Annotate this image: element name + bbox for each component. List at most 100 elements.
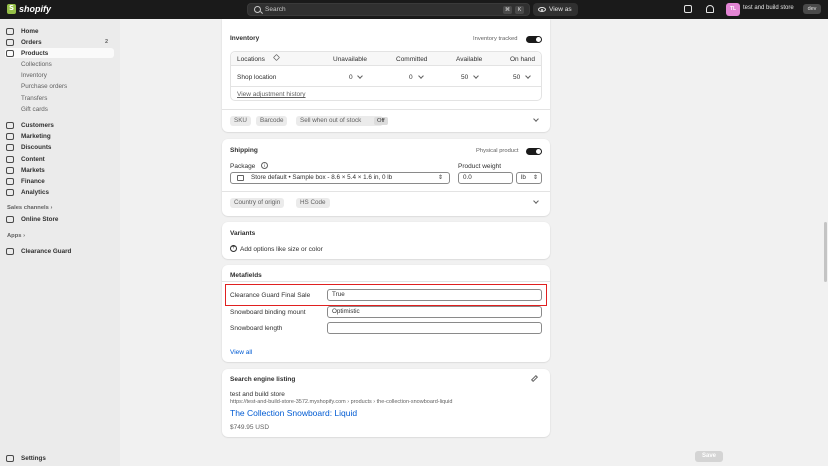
view-adjustment-history-link[interactable]: View adjustment history — [237, 91, 306, 98]
view-as-button[interactable]: View as — [533, 3, 578, 16]
sidebar-sub-gift-cards[interactable]: Gift cards — [21, 106, 48, 113]
physical-product-toggle[interactable] — [526, 148, 542, 155]
sidebar-item-analytics[interactable]: Analytics — [5, 187, 114, 197]
select-arrows-icon: ⇕ — [438, 175, 444, 181]
seo-page-title: The Collection Snowboard: Liquid — [230, 408, 358, 418]
chevron-down-icon[interactable] — [357, 73, 363, 79]
snowboard-length-field[interactable] — [327, 322, 542, 334]
gear-icon — [6, 454, 14, 462]
edit-icon[interactable] — [530, 374, 539, 383]
tag-icon — [6, 49, 14, 57]
chart-icon — [6, 188, 14, 196]
sell-out-of-stock-value: Off — [374, 117, 388, 125]
package-select[interactable]: Store default • Sample box - 8.6 × 5.4 ×… — [230, 172, 450, 184]
divider — [231, 86, 541, 87]
sell-out-of-stock-tag[interactable]: Sell when out of stock — [296, 116, 384, 126]
save-button[interactable]: Save — [695, 451, 723, 462]
sidebar-item-discounts[interactable]: Discounts — [5, 142, 114, 152]
sidebar-item-label: Discounts — [21, 143, 52, 151]
sidebar-item-label: Markets — [21, 166, 45, 174]
metafield-label: Snowboard binding mount — [230, 309, 306, 316]
clearance-guard-final-sale-field[interactable]: True — [327, 289, 542, 301]
sidebar-item-settings[interactable]: Settings — [5, 453, 114, 463]
inventory-card: Inventory Inventory tracked Locations Un… — [222, 19, 550, 132]
chevron-down-icon[interactable] — [533, 198, 539, 204]
chevron-down-icon[interactable] — [525, 73, 531, 79]
inventory-title: Inventory — [230, 35, 260, 42]
info-icon[interactable]: i — [261, 162, 268, 169]
chevron-down-icon[interactable] — [473, 73, 479, 79]
sidebar-item-markets[interactable]: Markets — [5, 165, 114, 175]
inventory-tracked-toggle[interactable] — [526, 36, 542, 43]
row-unavailable[interactable]: 0 — [349, 74, 353, 81]
product-weight-label: Product weight — [458, 163, 501, 170]
metafields-title: Metafields — [230, 272, 262, 279]
inventory-table: Locations Unavailable Committed Availabl… — [230, 51, 542, 101]
sidebar-item-label: Marketing — [21, 132, 51, 140]
country-of-origin-tag[interactable]: Country of origin — [230, 198, 285, 208]
search-icon — [254, 6, 261, 13]
avatar[interactable]: TL — [726, 3, 740, 16]
discount-icon — [6, 143, 14, 151]
store-name[interactable]: test and build store — [743, 5, 794, 11]
divider — [222, 281, 550, 282]
sidebar: Home Orders 2 Products Collections Invent… — [0, 19, 120, 466]
barcode-tag[interactable]: Barcode — [256, 116, 288, 126]
chevron-down-icon[interactable] — [418, 73, 424, 79]
sidebar-item-home[interactable]: Home — [5, 26, 114, 36]
orders-count: 2 — [104, 39, 108, 45]
sidebar-item-clearance-guard[interactable]: Clearance Guard — [5, 246, 114, 256]
hs-code-tag[interactable]: HS Code — [296, 198, 330, 208]
bell-icon[interactable] — [706, 5, 714, 13]
package-icon — [237, 175, 244, 181]
weight-unit-select[interactable]: lb ⇕ — [516, 172, 542, 184]
shopify-bag-icon — [7, 4, 16, 14]
sales-channels-heading[interactable]: Sales channels › — [7, 205, 52, 211]
sku-tag[interactable]: SKU — [230, 116, 251, 126]
sidebar-item-label: Analytics — [21, 188, 49, 196]
row-available[interactable]: 50 — [461, 74, 468, 81]
view-all-link[interactable]: View all — [230, 349, 252, 356]
search-bar[interactable]: Search ⌘ K — [247, 3, 530, 16]
sidebar-item-orders[interactable]: Orders 2 — [5, 37, 114, 47]
physical-product-label: Physical product — [476, 148, 519, 154]
inbox-icon[interactable] — [684, 5, 692, 13]
kbd-cmd: ⌘ — [503, 6, 512, 14]
sidebar-item-label: Orders — [21, 38, 42, 46]
sidebar-item-content[interactable]: Content — [5, 154, 114, 164]
sidebar-item-customers[interactable]: Customers — [5, 120, 114, 130]
globe-icon — [6, 166, 14, 174]
sidebar-sub-inventory[interactable]: Inventory — [21, 72, 47, 79]
sidebar-item-label: Online Store — [21, 215, 59, 223]
sidebar-item-marketing[interactable]: Marketing — [5, 131, 114, 141]
top-bar: shopify Search ⌘ K View as TL test and b… — [0, 0, 828, 19]
scrollbar[interactable] — [824, 222, 827, 282]
variants-card: Variants + Add options like size or colo… — [222, 222, 550, 259]
add-options-button[interactable]: Add options like size or color — [240, 246, 323, 253]
logo-text: shopify — [19, 4, 52, 14]
sidebar-sub-purchase-orders[interactable]: Purchase orders — [21, 83, 67, 90]
home-icon — [6, 27, 14, 35]
sidebar-item-label: Content — [21, 155, 45, 163]
apps-heading[interactable]: Apps › — [7, 233, 25, 239]
variants-title: Variants — [230, 230, 256, 237]
target-icon — [6, 132, 14, 140]
col-unavailable: Unavailable — [333, 56, 367, 63]
row-on-hand[interactable]: 50 — [513, 74, 520, 81]
divider — [222, 191, 550, 192]
shopify-logo[interactable]: shopify — [7, 4, 51, 14]
add-circle-icon[interactable]: + — [230, 245, 237, 252]
weight-input[interactable]: 0.0 — [458, 172, 513, 184]
sidebar-sub-collections[interactable]: Collections — [21, 61, 52, 68]
sidebar-sub-transfers[interactable]: Transfers — [21, 95, 47, 102]
content-icon — [6, 155, 14, 163]
row-committed[interactable]: 0 — [409, 74, 413, 81]
snowboard-binding-mount-field[interactable]: Optimistic — [327, 306, 542, 318]
sidebar-item-products[interactable]: Products — [5, 48, 114, 58]
sidebar-item-online-store[interactable]: Online Store — [5, 214, 114, 224]
bank-icon — [6, 177, 14, 185]
sidebar-item-finance[interactable]: Finance — [5, 176, 114, 186]
sidebar-item-label: Clearance Guard — [21, 247, 72, 255]
chevron-down-icon[interactable] — [533, 116, 539, 122]
package-value: Store default • Sample box - 8.6 × 5.4 ×… — [251, 174, 393, 181]
